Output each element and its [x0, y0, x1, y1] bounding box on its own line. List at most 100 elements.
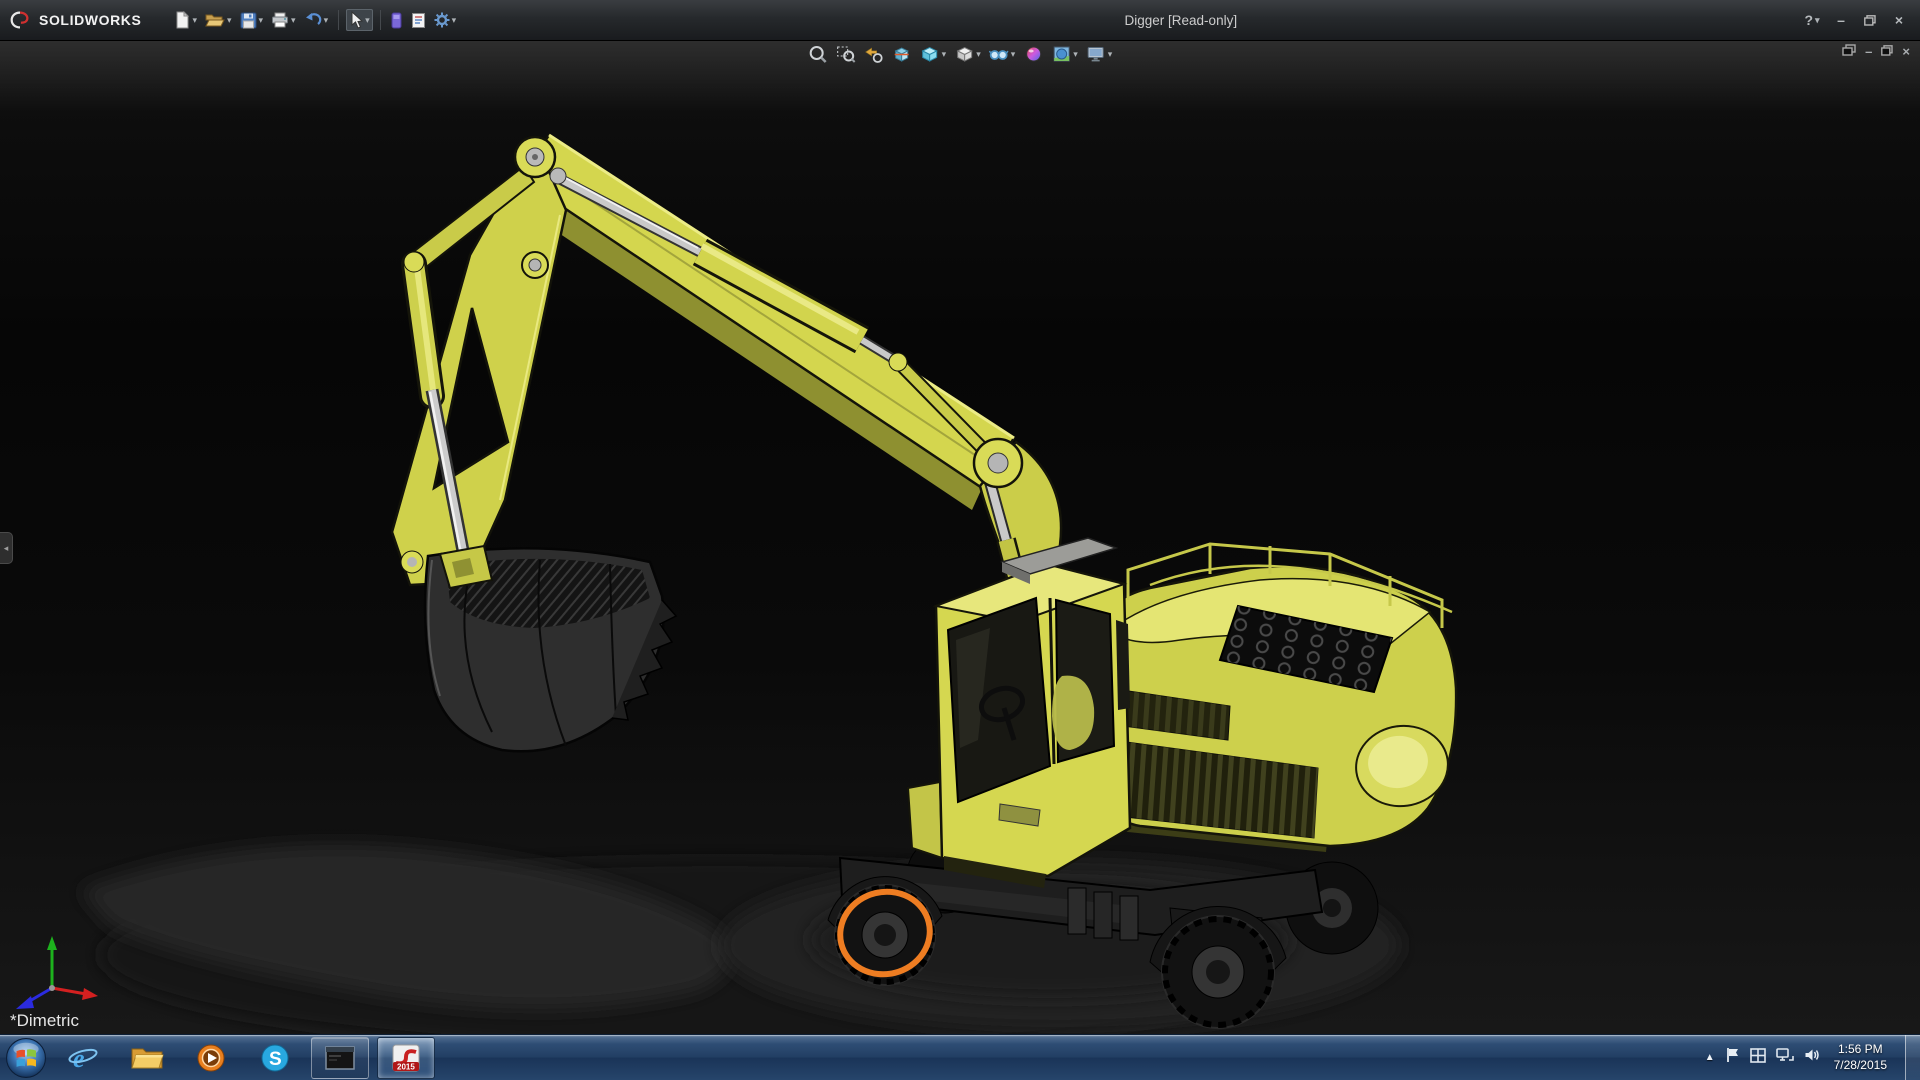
clock-time: 1:56 PM — [1834, 1042, 1887, 1058]
action-center-button[interactable] — [1725, 1047, 1740, 1068]
windows-explorer-button[interactable] — [119, 1038, 175, 1078]
minimize-button[interactable]: – — [1828, 9, 1854, 31]
folder-icon — [130, 1044, 164, 1071]
print-button[interactable]: ▾ — [268, 10, 299, 30]
view-orientation-cube-icon — [920, 44, 940, 64]
restore-icon — [1881, 45, 1893, 56]
desktop: SOLIDWORKS ▾ ▾ ▾ ▾ ▾ — [0, 0, 1920, 1080]
save-button[interactable]: ▾ — [237, 10, 267, 31]
command-window-button[interactable] — [311, 1037, 369, 1079]
view-palette-icon — [391, 12, 403, 29]
file-properties-button[interactable] — [408, 10, 429, 31]
collapse-arrow-icon: ◂ — [4, 543, 9, 554]
cascade-windows-button[interactable] — [1842, 44, 1856, 59]
dropdown-arrow-icon[interactable]: ▾ — [227, 16, 232, 25]
document-close-button[interactable]: × — [1902, 44, 1910, 59]
wheel-front-near[interactable] — [835, 885, 935, 985]
view-palette-button[interactable] — [388, 10, 406, 31]
volume-icon — [1804, 1047, 1820, 1063]
quick-access-toolbar: ▾ ▾ ▾ ▾ ▾ ▾ — [171, 9, 459, 31]
file-properties-icon — [411, 12, 426, 29]
zoom-to-fit-button[interactable] — [806, 43, 830, 65]
zoom-to-area-icon — [836, 44, 856, 64]
new-document-icon — [174, 11, 190, 29]
section-view-icon — [892, 44, 912, 64]
apply-scene-button[interactable]: ▾ — [1049, 43, 1080, 65]
dropdown-arrow-icon[interactable]: ▾ — [1108, 50, 1113, 59]
zoom-to-area-button[interactable] — [834, 43, 858, 65]
new-document-button[interactable]: ▾ — [171, 9, 200, 31]
graphics-area[interactable]: ▾ ▾ ▾ ▾ ▾ — [0, 40, 1920, 1035]
media-player-icon — [196, 1043, 226, 1073]
window-title: Digger [Read-only] — [1125, 13, 1238, 28]
network-icon — [1776, 1047, 1794, 1063]
media-player-button[interactable] — [183, 1038, 239, 1078]
zoom-to-fit-icon — [808, 44, 828, 64]
dropdown-arrow-icon[interactable]: ▾ — [1011, 50, 1016, 59]
volume-button[interactable] — [1804, 1047, 1820, 1068]
boom-assembly[interactable] — [392, 135, 1061, 585]
orientation-triad — [16, 936, 98, 1009]
undo-icon — [304, 12, 322, 28]
hide-show-glasses-icon — [989, 44, 1009, 64]
view-orientation-label: *Dimetric — [10, 1011, 79, 1031]
dropdown-arrow-icon[interactable]: ▾ — [1073, 50, 1078, 59]
engine-body[interactable] — [1096, 544, 1456, 852]
restore-icon — [1864, 15, 1876, 26]
close-button[interactable]: × — [1886, 9, 1912, 31]
svg-text:S: S — [269, 1049, 282, 1070]
dropdown-arrow-icon[interactable]: ▾ — [192, 16, 197, 25]
options-button[interactable]: ▾ — [431, 10, 460, 30]
view-settings-monitor-icon — [1086, 44, 1106, 64]
dropdown-arrow-icon[interactable]: ▾ — [291, 16, 296, 25]
save-icon — [240, 12, 257, 29]
heads-up-view-toolbar: ▾ ▾ ▾ ▾ ▾ — [806, 43, 1115, 65]
hide-show-items-button[interactable]: ▾ — [987, 43, 1018, 65]
edit-appearance-button[interactable] — [1021, 43, 1045, 65]
dropdown-arrow-icon[interactable]: ▾ — [259, 16, 264, 25]
action-center-flag-icon — [1725, 1047, 1740, 1063]
undo-button[interactable]: ▾ — [301, 10, 332, 30]
dropdown-arrow-icon[interactable]: ▾ — [976, 50, 981, 59]
dropdown-arrow-icon[interactable]: ▾ — [365, 16, 370, 25]
dropdown-arrow-icon[interactable]: ▾ — [452, 16, 457, 25]
previous-view-button[interactable] — [862, 43, 886, 65]
toolbar-separator — [338, 10, 339, 30]
bucket[interactable] — [425, 546, 676, 751]
taskbar-apps: e — [55, 1035, 435, 1080]
section-view-button[interactable] — [890, 43, 914, 65]
show-hidden-icons-button[interactable]: ▲ — [1705, 1052, 1715, 1063]
dropdown-arrow-icon[interactable]: ▾ — [324, 16, 329, 25]
model-scene[interactable] — [0, 40, 1920, 1035]
wheel-rear-near[interactable] — [1162, 916, 1274, 1028]
document-minimize-button[interactable]: – — [1865, 44, 1872, 59]
view-orientation-button[interactable]: ▾ — [918, 43, 949, 65]
print-icon — [271, 12, 289, 28]
select-tool-button[interactable]: ▾ — [346, 9, 373, 31]
messenger-button[interactable]: S — [247, 1038, 303, 1078]
panel-collapse-tab[interactable]: ◂ — [0, 532, 13, 564]
internet-explorer-button[interactable]: e — [55, 1038, 111, 1078]
start-button[interactable] — [5, 1037, 47, 1079]
view-settings-button[interactable]: ▾ — [1084, 43, 1115, 65]
tray-window-button[interactable] — [1750, 1048, 1766, 1068]
display-style-button[interactable]: ▾ — [952, 43, 983, 65]
cab[interactable] — [908, 538, 1130, 888]
open-folder-icon — [205, 12, 225, 28]
apply-scene-icon — [1051, 44, 1071, 64]
document-restore-button[interactable] — [1881, 44, 1893, 59]
solidworks-taskbar-button[interactable]: 2015 — [377, 1037, 435, 1079]
solidworks-brand: SOLIDWORKS — [8, 9, 141, 31]
dropdown-arrow-icon: ▾ — [1815, 16, 1820, 25]
show-desktop-button[interactable] — [1905, 1035, 1920, 1080]
internet-explorer-icon: e — [67, 1043, 99, 1073]
solidworks-app-icon: 2015 — [392, 1044, 420, 1072]
restore-button[interactable] — [1857, 9, 1883, 31]
open-button[interactable]: ▾ — [202, 10, 235, 30]
cascade-icon — [1842, 44, 1856, 56]
dropdown-arrow-icon[interactable]: ▾ — [942, 50, 947, 59]
taskbar-clock[interactable]: 1:56 PM 7/28/2015 — [1834, 1042, 1887, 1073]
help-button[interactable]: ?▾ — [1799, 9, 1825, 31]
titlebar: SOLIDWORKS ▾ ▾ ▾ ▾ ▾ — [0, 0, 1920, 41]
network-button[interactable] — [1776, 1047, 1794, 1068]
